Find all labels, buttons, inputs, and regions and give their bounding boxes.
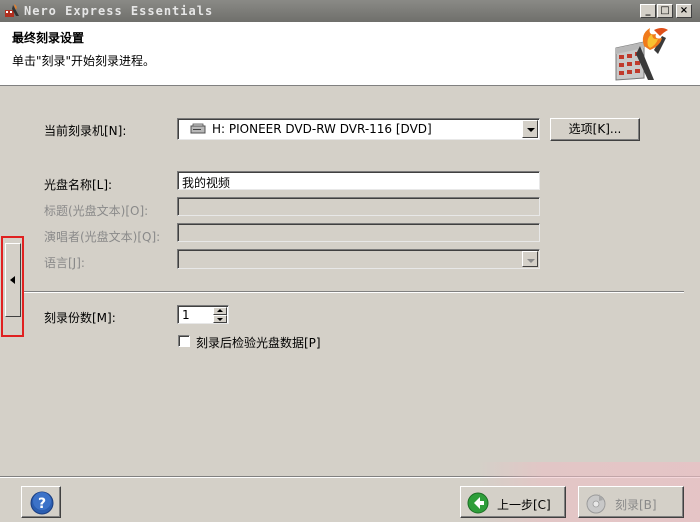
disc-name-value: 我的视频 xyxy=(182,176,231,190)
copies-increment-button[interactable] xyxy=(213,307,227,315)
burn-disc-icon xyxy=(586,494,606,514)
disc-artist-label: 演唱者(光盘文本)[Q]: xyxy=(44,230,161,244)
maximize-button[interactable]: □ xyxy=(657,4,673,18)
disc-title-input[interactable] xyxy=(177,197,540,216)
copies-decrement-button[interactable] xyxy=(213,315,227,323)
minimize-button[interactable]: _ xyxy=(640,4,656,18)
recorder-dropdown-arrow[interactable] xyxy=(522,120,538,138)
verify-label: 刻录后检验光盘数据[P] xyxy=(196,336,321,350)
help-glyph: ? xyxy=(37,496,47,512)
language-dropdown-arrow[interactable] xyxy=(522,251,538,267)
help-button[interactable]: ? xyxy=(21,486,61,518)
nero-flame-logo-icon xyxy=(615,28,668,81)
disc-name-label: 光盘名称[L]: xyxy=(44,178,113,192)
window-title: Nero Express Essentials xyxy=(24,4,214,18)
verify-checkbox[interactable] xyxy=(178,335,190,347)
burn-button[interactable]: 刻录[B] xyxy=(578,486,684,518)
disc-artist-input[interactable] xyxy=(177,223,540,242)
copies-value: 1 xyxy=(182,308,190,322)
wizard-header: 最终刻录设置 单击"刻录"开始刻录进程。 xyxy=(0,22,700,86)
language-label: 语言[J]: xyxy=(44,256,85,270)
disc-title-label: 标题(光盘文本)[O]: xyxy=(44,204,149,218)
back-label: 上一步[C] xyxy=(497,498,551,512)
section-divider xyxy=(24,291,684,293)
highlight-box xyxy=(1,236,24,337)
copies-stepper[interactable]: 1 xyxy=(177,305,229,324)
burn-label: 刻录[B] xyxy=(615,498,657,512)
recorder-label: 当前刻录机[N]: xyxy=(44,124,127,138)
options-button[interactable]: 选项[K]... xyxy=(550,118,640,141)
recorder-select[interactable]: H: PIONEER DVD-RW DVR-116 [DVD] xyxy=(177,118,540,140)
back-arrow-icon xyxy=(467,492,489,514)
drive-icon xyxy=(190,123,206,134)
recorder-value: H: PIONEER DVD-RW DVR-116 [DVD] xyxy=(212,122,432,136)
page-title: 最终刻录设置 xyxy=(12,31,85,45)
language-select[interactable] xyxy=(177,249,540,269)
disc-name-input[interactable]: 我的视频 xyxy=(177,171,540,190)
page-subtitle: 单击"刻录"开始刻录进程。 xyxy=(12,54,156,68)
close-button[interactable]: × xyxy=(676,4,692,18)
title-bar[interactable]: Nero Express Essentials _ □ × xyxy=(0,0,700,22)
back-button[interactable]: 上一步[C] xyxy=(460,486,566,518)
nero-app-icon xyxy=(5,4,19,17)
copies-label: 刻录份数[M]: xyxy=(44,311,116,325)
